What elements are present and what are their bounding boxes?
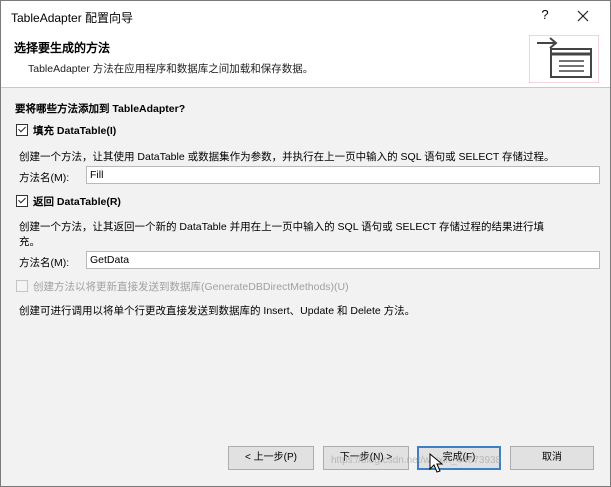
watermark-url: https://blog.csdn.net/weixin_44673938 (331, 455, 502, 466)
wizard-table-icon (529, 35, 599, 83)
close-icon (577, 10, 589, 22)
return-description-wrap: 充。 (19, 236, 40, 248)
fill-description: 创建一个方法，让其使用 DataTable 或数据集作为参数，并执行在上一页中输… (19, 151, 555, 163)
wizard-header: 选择要生成的方法 TableAdapter 方法在应用程序和数据库之间加载和保存… (1, 31, 610, 88)
return-checkbox[interactable] (16, 195, 28, 207)
fill-method-name-input[interactable] (86, 166, 600, 184)
title-bar: TableAdapter 配置向导 ? (1, 1, 610, 31)
return-method-name-label: 方法名(M): (19, 257, 70, 269)
return-description: 创建一个方法，让其返回一个新的 DataTable 并用在上一页中输入的 SQL… (19, 221, 545, 233)
close-button[interactable] (569, 4, 597, 28)
return-checkbox-label[interactable]: 返回 DataTable(R) (33, 194, 121, 209)
direct-methods-description: 创建可进行调用以将单个行更改直接发送到数据库的 Insert、Update 和 … (19, 305, 416, 317)
cancel-button[interactable]: 取消 (510, 446, 594, 470)
fill-method-name-label: 方法名(M): (19, 172, 70, 184)
help-button[interactable]: ? (537, 7, 553, 22)
page-title: 选择要生成的方法 (14, 41, 111, 55)
wizard-window: TableAdapter 配置向导 ? 选择要生成的方法 TableAdapte… (0, 0, 611, 487)
mouse-cursor-icon (429, 453, 444, 473)
fill-checkbox-label[interactable]: 填充 DataTable(I) (33, 123, 116, 138)
fill-checkbox[interactable] (16, 124, 28, 136)
return-method-name-input[interactable] (86, 251, 600, 269)
page-subtitle: TableAdapter 方法在应用程序和数据库之间加载和保存数据。 (28, 63, 314, 75)
direct-methods-checkbox[interactable] (16, 280, 28, 292)
methods-question: 要将哪些方法添加到 TableAdapter? (15, 103, 186, 115)
direct-methods-label[interactable]: 创建方法以将更新直接发送到数据库(GenerateDBDirectMethods… (33, 279, 349, 294)
wizard-body: 要将哪些方法添加到 TableAdapter? 填充 DataTable(I) … (1, 88, 610, 486)
window-title: TableAdapter 配置向导 (11, 11, 134, 25)
prev-button[interactable]: < 上一步(P) (228, 446, 314, 470)
